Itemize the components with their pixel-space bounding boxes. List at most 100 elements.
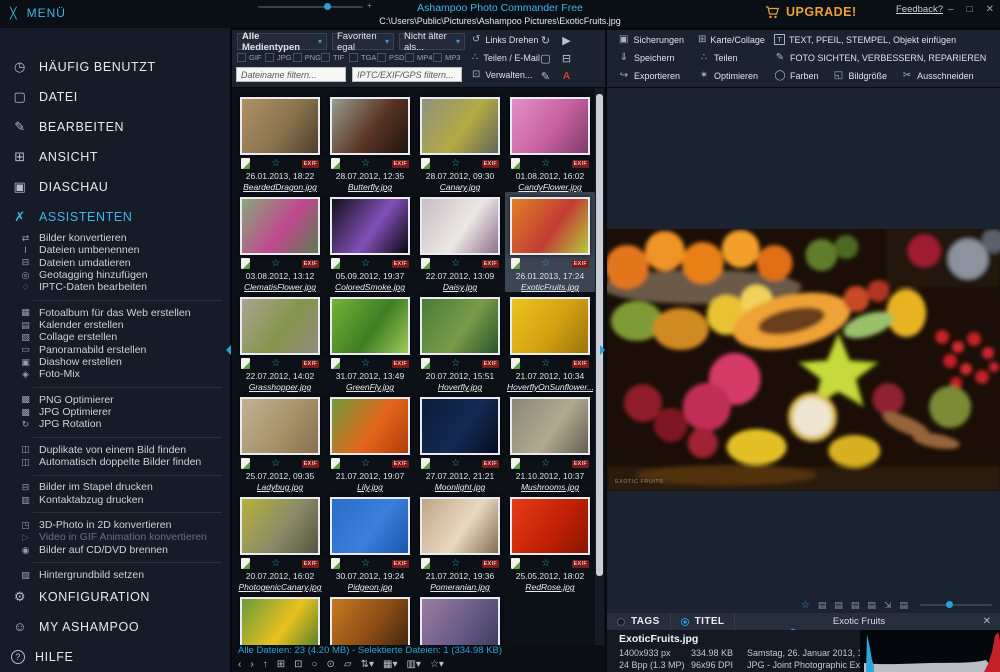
favorite-star-icon[interactable]: ☆ [541, 459, 550, 469]
thumbnail-image[interactable] [330, 597, 410, 645]
sidebar-item-bilder-auf-cd-dvd-brennen[interactable]: ◉Bilder auf CD/DVD brennen [0, 544, 230, 556]
bildgrosse-button[interactable]: ◱Bildgröße [833, 70, 888, 81]
exif-panel-icon[interactable]: ▤ [818, 600, 827, 611]
favorite-star-icon[interactable]: ☆ [361, 359, 370, 369]
sidebar-item-my-ashampoo[interactable]: ☺MY ASHAMPOO [0, 612, 230, 642]
thumb-mushrooms-jpg[interactable]: ☆EXIF21.10.2012, 10:37Mushrooms.jpg [505, 392, 595, 492]
nav-forward-icon[interactable]: › [250, 659, 253, 670]
thumbnail-image[interactable] [330, 397, 410, 455]
thumb-moonlight-jpg[interactable]: ☆EXIF27.07.2012, 21:21Moonlight.jpg [415, 392, 505, 492]
thumb-grasshopper-jpg[interactable]: ☆EXIF22.07.2012, 14:02Grasshopper.jpg [235, 292, 325, 392]
thumbnail-size-slider-thumb[interactable] [324, 3, 331, 10]
favorite-star-icon[interactable]: ☆ [451, 159, 460, 169]
thumbnail-image[interactable] [330, 297, 410, 355]
acrobat-icon[interactable]: A [563, 71, 570, 82]
thumbnail-filename[interactable]: CandyFlower.jpg [518, 182, 581, 192]
thumb-greenfly-jpg[interactable]: ☆EXIF31.07.2012, 13:49GreenFly.jpg [325, 292, 415, 392]
thumbnail-image[interactable] [240, 597, 320, 645]
thumbnail-filename[interactable]: Moonlight.jpg [435, 482, 486, 492]
thumbnail-image[interactable] [510, 397, 590, 455]
favorite-star-icon[interactable]: ☆ [451, 259, 460, 269]
sidebar-item-png-optimierer[interactable]: ▩PNG Optimierer [0, 394, 230, 406]
thumb-pidgeon-jpg[interactable]: ☆EXIF30.07.2012, 19:24Pidgeon.jpg [325, 492, 415, 592]
thumbnail-filename[interactable]: Daisy.jpg [443, 282, 477, 292]
upgrade-button[interactable]: UPGRADE! [765, 5, 857, 19]
sidebar-item-datei[interactable]: ▢DATEI [0, 82, 230, 112]
sidebar-item-hintergrundbild-setzen[interactable]: ▨Hintergrundbild setzen [0, 569, 230, 581]
grid-scrollbar-thumb[interactable] [596, 94, 603, 576]
thumbnail-view-icon[interactable]: ▦▾ [383, 659, 397, 670]
speichern-button[interactable]: ⇓Speichern [618, 52, 684, 63]
close-panel-icon[interactable]: ✕ [983, 616, 1000, 627]
thumb-coloredsmoke-jpg[interactable]: ☆EXIF05.09.2012, 19:37ColoredSmoke.jpg [325, 192, 415, 292]
filter-dropdown-favoriten-egal[interactable]: Favoriten egal▾ [332, 33, 394, 50]
thumb-canary-jpg[interactable]: ☆EXIF28.07.2012, 09:30Canary.jpg [415, 92, 505, 192]
thumb-partial[interactable]: ☆EXIF [415, 592, 505, 645]
sidebar-item-geotagging-hinzufugen[interactable]: ◎Geotagging hinzufügen [0, 269, 230, 281]
thumbnail-filename[interactable]: HoverflyOnSunflower... [507, 382, 593, 392]
favorite-star-icon[interactable]: ☆ [451, 359, 460, 369]
filetype-checkbox-tif[interactable]: TIF [321, 53, 349, 62]
thumb-partial[interactable]: ☆EXIF [325, 592, 415, 645]
sidebar-item-ansicht[interactable]: ⊞ANSICHT [0, 142, 230, 172]
thumb-hoverflyonsunflower[interactable]: ☆EXIF21.07.2012, 10:34HoverflyOnSunflowe… [505, 292, 595, 392]
nav-back-icon[interactable]: ‹ [238, 659, 241, 670]
thumb-beardeddragon-jpg[interactable]: ☆EXIF26.01.2013, 18:22BeardedDragon.jpg [235, 92, 325, 192]
thumbnail-size-slider[interactable] [258, 6, 363, 8]
thumbnail-filename[interactable]: Pomeranian.jpg [430, 582, 490, 592]
sidebar-item-konfiguration[interactable]: ⚙KONFIGURATION [0, 582, 230, 612]
close-button[interactable]: ✕ [986, 4, 994, 15]
sort-icon[interactable]: ⇅▾ [361, 659, 374, 670]
thumbnail-filename[interactable]: Grasshopper.jpg [249, 382, 312, 392]
sidebar-item-dateien-umbenennen[interactable]: IDateien umbenennen [0, 244, 230, 256]
filetype-checkbox-mp4[interactable]: MP4 [405, 53, 433, 62]
sidebar-item-diashow-erstellen[interactable]: ▣Diashow erstellen [0, 356, 230, 368]
favorite-star-icon[interactable]: ☆ [361, 459, 370, 469]
thumbnail-filename[interactable]: Pidgeon.jpg [348, 582, 393, 592]
exportieren-button[interactable]: ↪Exportieren [618, 70, 684, 81]
thumbnail-image[interactable] [240, 397, 320, 455]
sidebar-item-3d-photo-in-2d-konvertieren[interactable]: ◳3D-Photo in 2D konvertieren [0, 519, 230, 531]
thumb-lily-jpg[interactable]: ☆EXIF21.07.2012, 19:07Lily.jpg [325, 392, 415, 492]
thumb-clematisflower-jpg[interactable]: ☆EXIF03.08.2012, 13:12ClematisFlower.jpg [235, 192, 325, 292]
sidebar-item-kontaktabzug-drucken[interactable]: ▥Kontaktabzug drucken [0, 494, 230, 506]
thumbnail-image[interactable] [420, 597, 500, 645]
edit-icon[interactable]: ✎ [541, 70, 550, 83]
thumbnail-image[interactable] [240, 497, 320, 555]
thumbnail-image[interactable] [240, 97, 320, 155]
thumbnail-image[interactable] [510, 197, 590, 255]
favorite-star-icon[interactable]: ☆ [271, 359, 280, 369]
text-pfeil-stempel-objekt-einfugen-button[interactable]: TTEXT, PFEIL, STEMPEL, Objekt einfügen [774, 34, 956, 45]
info-panel-icon[interactable]: ▤ [851, 600, 860, 611]
manage-button[interactable]: ⊡ Verwalten... [472, 69, 532, 80]
feedback-link[interactable]: Feedback? [896, 4, 943, 15]
sidebar-item-haufig-benutzt[interactable]: ◷HÄUFIG BENUTZT [0, 52, 230, 82]
preview-zoom-slider-thumb[interactable] [946, 601, 953, 608]
favorite-star-icon[interactable]: ☆ [361, 159, 370, 169]
sidebar-item-diaschau[interactable]: ▣DIASCHAU [0, 172, 230, 202]
fit-view-icon[interactable]: ⊡ [294, 659, 302, 670]
thumb-daisy-jpg[interactable]: ☆EXIF22.07.2012, 13:09Daisy.jpg [415, 192, 505, 292]
thumbnail-filename[interactable]: ColoredSmoke.jpg [335, 282, 405, 292]
tile-view-icon[interactable]: ⊞ [277, 659, 285, 670]
details-view-icon[interactable]: ▥▾ [406, 659, 420, 670]
ausschneiden-button[interactable]: ✂Ausschneiden [901, 70, 974, 81]
collapse-sidebar-arrow[interactable] [226, 345, 231, 355]
tab-tags[interactable]: TAGS [607, 613, 671, 630]
thumb-butterfly-jpg[interactable]: ☆EXIF28.07.2012, 12:35Butterfly.jpg [325, 92, 415, 192]
print-icon[interactable]: ⊟ [562, 52, 571, 65]
preview-zoom-slider[interactable] [920, 604, 992, 606]
sidebar-item-fotoalbum-fur-das-web-erstellen[interactable]: ▦Fotoalbum für das Web erstellen [0, 307, 230, 319]
thumb-photogeniccanary-jpg[interactable]: ☆EXIF20.07.2012, 16:02PhotogenicCanary.j… [235, 492, 325, 592]
sidebar-item-dateien-umdatieren[interactable]: ⊟Dateien umdatieren [0, 257, 230, 269]
thumbnail-image[interactable] [330, 197, 410, 255]
folder-icon[interactable]: ▱ [344, 659, 352, 670]
favorite-star-icon[interactable]: ☆ [801, 600, 810, 611]
collapse-preview-arrow[interactable] [600, 345, 605, 355]
favorite-star-icon[interactable]: ☆ [451, 459, 460, 469]
grid-scrollbar[interactable] [595, 88, 604, 645]
thumbnail-image[interactable] [330, 497, 410, 555]
filetype-checkbox-png[interactable]: PNG [293, 53, 321, 62]
thumbnail-filename[interactable]: Hoverfly.jpg [438, 382, 482, 392]
minimize-button[interactable]: – [948, 4, 954, 15]
